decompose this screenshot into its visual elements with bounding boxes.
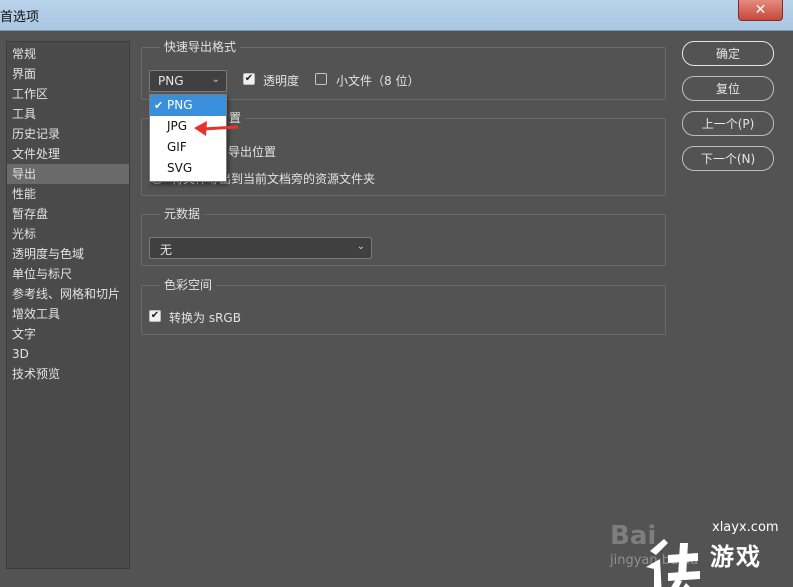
dialog-content: 常规 界面 工作区 工具 历史记录 文件处理 导出 性能 暂存盘 光标 透明度与…	[0, 31, 793, 587]
preferences-window: 首选项 ✕ 常规 界面 工作区 工具 历史记录 文件处理 导出 性能 暂存盘 光…	[0, 0, 793, 587]
close-button[interactable]: ✕	[738, 0, 783, 21]
annotation-arrow-icon	[194, 121, 239, 136]
site-watermark: xlayx.com	[712, 520, 779, 535]
window-title: 首选项	[0, 10, 40, 25]
game-watermark: 游戏	[710, 543, 762, 571]
close-icon: ✕	[754, 2, 767, 18]
site-logo-icon	[646, 539, 700, 587]
title-bar: 首选项 ✕	[0, 0, 793, 31]
